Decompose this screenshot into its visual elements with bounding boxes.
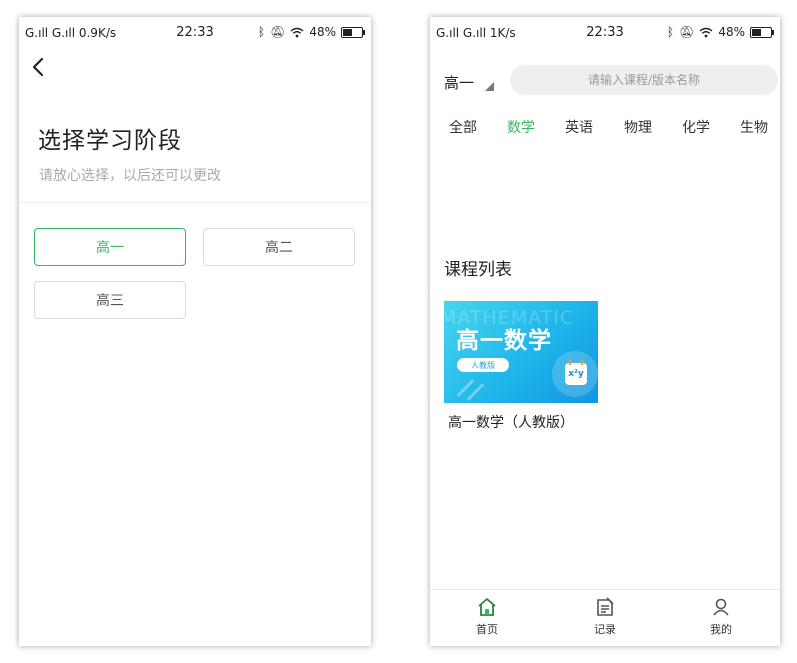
page-subtitle: 请放心选择，以后还可以更改	[39, 168, 221, 184]
grade-selector[interactable]: 高一	[444, 72, 474, 93]
nav-home-label: 首页	[476, 623, 498, 636]
course-name: 高一数学（人教版）	[448, 415, 574, 431]
search-input[interactable]	[510, 65, 778, 95]
profile-icon	[713, 598, 729, 616]
home-icon	[478, 598, 496, 616]
cover-title: 高一数学	[456, 328, 552, 354]
bluetooth-icon: ᛒ	[257, 25, 266, 39]
mute-icon: 🔕︎	[679, 25, 695, 39]
nav-profile[interactable]: 我的	[691, 596, 751, 637]
bluetooth-icon: ᛒ	[666, 25, 675, 39]
grade-option-3[interactable]: 高三	[34, 281, 186, 319]
status-bar: G.ıll G.ıll 0.9K/s 22:33 ᛒ 🔕︎ 48%	[19, 17, 371, 49]
calendar-math-icon: x²y	[565, 360, 587, 385]
page-title: 选择学习阶段	[38, 128, 182, 154]
chevron-left-icon	[32, 57, 44, 77]
tab-chemistry[interactable]: 化学	[682, 117, 710, 137]
dropdown-caret-icon[interactable]	[485, 82, 494, 91]
course-card[interactable]: MATHEMATIC 高一数学 人教版 x²y 高一数学（人教版）	[444, 301, 599, 432]
battery-percent: 48%	[718, 25, 745, 39]
course-cover-image: MATHEMATIC 高一数学 人教版 x²y	[444, 301, 598, 403]
edition-badge: 人教版	[457, 358, 509, 372]
tab-physics[interactable]: 物理	[624, 117, 652, 137]
tab-english[interactable]: 英语	[565, 117, 593, 137]
back-button[interactable]	[27, 55, 51, 79]
system-icons: ᛒ 🔕︎ 48%	[666, 25, 774, 39]
nav-records[interactable]: 记录	[575, 596, 635, 637]
tab-all[interactable]: 全部	[449, 117, 477, 137]
nav-profile-label: 我的	[710, 623, 732, 636]
wifi-icon	[699, 27, 713, 37]
grade-option-2[interactable]: 高二	[203, 228, 355, 266]
status-bar: G.ıll G.ıll 1K/s 22:33 ᛒ 🔕︎ 48%	[430, 17, 780, 49]
notes-icon	[597, 597, 614, 616]
battery-percent: 48%	[309, 25, 336, 39]
wifi-icon	[290, 27, 304, 37]
tab-math[interactable]: 数学	[507, 117, 535, 137]
system-icons: ᛒ 🔕︎ 48%	[257, 25, 365, 39]
grade-selection-screen: G.ıll G.ıll 0.9K/s 22:33 ᛒ 🔕︎ 48% 选择学习阶段…	[19, 17, 371, 646]
course-home-screen: G.ıll G.ıll 1K/s 22:33 ᛒ 🔕︎ 48% 高一 全部 数学…	[430, 17, 780, 646]
nav-records-label: 记录	[594, 623, 616, 636]
bottom-navigation: 首页 记录 我的	[430, 589, 780, 646]
mute-icon: 🔕︎	[270, 25, 286, 39]
battery-icon	[341, 26, 365, 38]
nav-home[interactable]: 首页	[457, 596, 517, 637]
section-title: 课程列表	[444, 260, 512, 280]
grade-option-1[interactable]: 高一	[34, 228, 186, 266]
tab-biology[interactable]: 生物	[740, 117, 768, 137]
divider	[19, 202, 371, 203]
battery-icon	[750, 26, 774, 38]
subject-tabs: 全部 数学 英语 物理 化学 生物	[430, 117, 780, 139]
